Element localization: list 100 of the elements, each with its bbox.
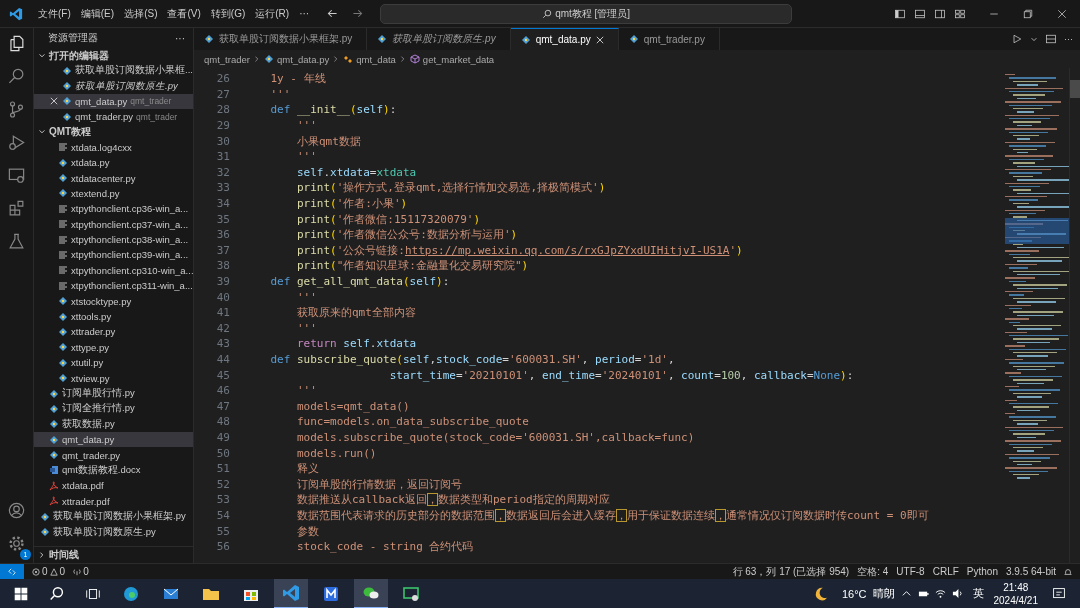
chevron-up-icon[interactable] [900,588,912,599]
file-item[interactable]: 获取单股订阅数据小果框架.py [34,508,193,525]
file-item[interactable]: xtextend.py [34,185,193,202]
status-item[interactable]: CRLF [932,566,959,577]
menu-item[interactable]: 编辑(E) [75,6,120,21]
clock-date[interactable]: 2024/4/21 [993,593,1038,607]
open-editor-item[interactable]: 获取单股订阅数据小果框... [34,63,193,79]
more-actions[interactable]: ··· [175,32,185,44]
forward-arrow-icon[interactable] [351,7,365,20]
file-item[interactable]: xtpythonclient.cp38-win_a... [34,231,193,248]
file-item[interactable]: xtdata.py [34,154,193,171]
line-number: 55 [215,524,230,538]
status-item[interactable]: 行 63，列 17 (已选择 954) [732,564,850,579]
status-item[interactable]: Python [966,566,998,577]
temperature: 16°C [841,587,867,600]
class-icon [343,54,354,64]
search-icon[interactable] [48,584,66,603]
account-icon[interactable] [7,501,26,520]
open-editor-item[interactable]: qmt_data.py qmt_trader [34,93,193,110]
line-number: 45 [215,368,230,382]
file-item[interactable]: xtpythonclient.cp310-win_a... [34,262,193,279]
file-item[interactable]: xttype.py [34,339,193,356]
menu-item[interactable]: 转到(G) [205,6,251,21]
editor-tab[interactable]: 获取单股订阅数据小果框架.py [194,28,368,50]
breadcrumb-item[interactable]: qmt_data [343,53,396,65]
play-icon[interactable] [1011,33,1023,45]
settings-icon[interactable] [7,534,26,553]
pdf-file-icon [49,496,59,507]
menu-item[interactable]: 文件(F) [33,6,76,21]
file-item[interactable]: xtpythonclient.cp37-win_a... [34,216,193,232]
speaker-icon[interactable] [951,588,963,599]
editor-tab[interactable]: qmt_trader.py [618,28,720,50]
folder-header[interactable]: QMT教程 [34,124,193,140]
file-item[interactable]: qmt_trader.py [34,447,193,463]
editor-tab[interactable]: 获取单股订阅数原生.py [367,28,511,50]
file-item[interactable]: xttrader.py [34,324,193,340]
file-item[interactable]: xttools.py [34,308,193,325]
close-icon[interactable] [595,35,604,44]
open-editor-item[interactable]: 获取单股订阅数原生.py [34,78,193,94]
file-item[interactable]: xtpythonclient.cp311-win_a... [34,278,193,294]
section-header[interactable]: 打开的编辑器 [34,48,193,63]
file-item[interactable]: xtdata.pdf [34,478,193,494]
clock-time[interactable]: 21:48 [1003,580,1029,594]
python-file-icon [58,373,68,384]
monitor-icon[interactable] [7,166,26,185]
bell-icon[interactable] [1064,567,1072,576]
file-item[interactable]: xtdata.log4cxx [34,139,193,155]
layout-panel-icon[interactable] [914,7,926,20]
menu-item[interactable]: 选择(S) [119,6,163,21]
status-item[interactable]: UTF-8 [896,566,925,577]
chevron-icon [38,51,46,60]
restore-icon[interactable] [1022,7,1034,20]
files-icon[interactable] [7,34,26,53]
breadcrumb-item[interactable]: qmt_trader [204,53,250,65]
code-editor-app-icon[interactable] [274,578,308,608]
breadcrumb-item[interactable]: get_market_data [409,53,495,65]
editor-tab[interactable]: qmt_data.py [510,28,619,50]
command-center-search[interactable]: qmt教程 [管理员] [380,3,793,24]
run-debug-icon[interactable] [7,133,26,152]
problems-button[interactable]: 0 0 [32,566,66,577]
ports-button[interactable]: 0 [73,566,89,577]
split-editor-icon[interactable] [1045,33,1057,45]
menu-item[interactable]: 运行(R) [250,6,295,21]
menu-item[interactable]: 查看(V) [162,6,206,21]
back-arrow-icon[interactable] [326,7,340,20]
menu-item[interactable]: ··· [294,8,315,19]
file-item[interactable]: 获取数据.py [34,416,193,432]
status-item[interactable]: 空格: 4 [857,564,889,579]
close-icon[interactable] [50,97,58,106]
file-item[interactable]: xtdatacenter.py [34,170,193,186]
python-file-icon [49,434,59,445]
branch-icon[interactable] [7,100,26,119]
file-item[interactable]: 订阅单股行情.py [34,385,193,402]
file-item[interactable]: xtpythonclient.cp39-win_a... [34,247,193,263]
chevron-down-icon[interactable] [1030,35,1038,43]
line-number: 53 [215,493,230,507]
close-icon[interactable] [1056,7,1068,20]
more-actions[interactable]: ··· [1064,34,1073,44]
scrollbar-thumb[interactable] [1070,80,1080,98]
file-item[interactable]: xtview.py [34,370,193,386]
file-item[interactable]: xtstocktype.py [34,293,193,309]
breadcrumb-item[interactable]: qmt_data.py [263,53,330,65]
file-item[interactable]: qmt数据教程.docx [34,462,193,479]
python-file-icon [62,81,72,92]
layout-split-icon[interactable] [934,7,946,20]
layout-sidebar-icon[interactable] [894,7,906,20]
layout-grid-icon[interactable] [954,7,966,20]
file-item[interactable]: xtutil.py [34,355,193,371]
file-item[interactable]: 订阅全推行情.py [34,401,193,417]
file-item[interactable]: qmt_data.py [34,432,193,448]
file-item[interactable]: xttrader.pdf [34,493,193,509]
file-item[interactable]: 获取单股订阅数原生.py [34,524,193,540]
input-method-indicator[interactable]: 英 [972,586,984,601]
chat-app-icon[interactable] [354,578,388,608]
wifi-icon[interactable] [934,588,946,599]
extensions-icon[interactable] [7,199,26,218]
file-item[interactable]: xtpythonclient.cp36-win_a... [34,201,193,217]
open-editor-item[interactable]: qmt_trader.py qmt_trader [34,109,193,125]
flask-icon[interactable] [7,232,26,251]
status-item[interactable]: 3.9.5 64-bit [1005,566,1056,577]
